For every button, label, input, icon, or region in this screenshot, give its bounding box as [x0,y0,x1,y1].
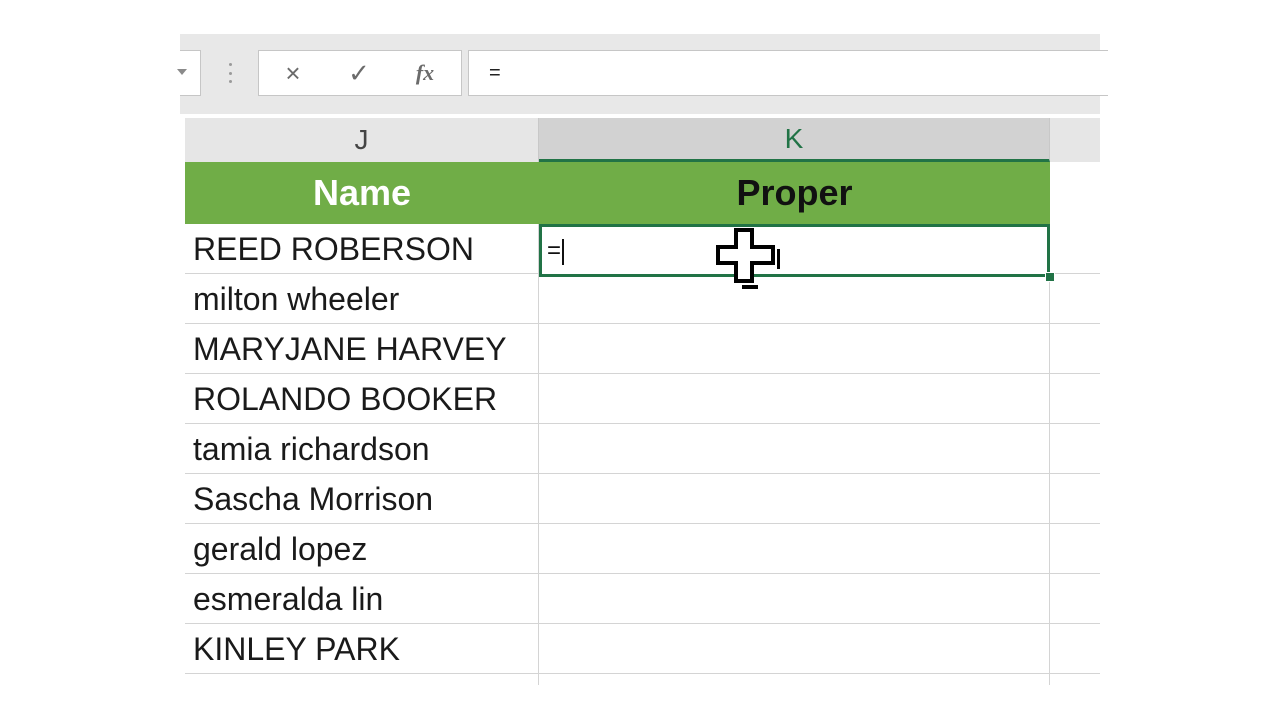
table-header-row: Name Proper [185,162,1100,224]
active-cell-k2[interactable]: = [539,224,1050,277]
empty-cell[interactable] [1050,324,1100,373]
table-row: Sascha Morrison [185,474,1100,524]
empty-cell[interactable] [1050,162,1100,224]
table-row: esmeralda lin [185,574,1100,624]
proper-cell[interactable] [539,524,1050,573]
table-row: tamia richardson [185,424,1100,474]
formula-input[interactable]: = [468,50,1108,96]
formula-bar-resize-grip-icon[interactable] [228,63,232,83]
enter-check-icon[interactable]: ✓ [329,51,389,95]
column-header-next[interactable] [1050,118,1100,162]
empty-cell[interactable] [1050,274,1100,323]
cell-select-cross-cursor-icon [716,228,780,289]
name-cell[interactable] [185,674,539,685]
empty-cell[interactable] [1050,424,1100,473]
empty-cell[interactable] [1050,224,1100,273]
name-cell[interactable]: gerald lopez [185,524,539,573]
name-cell[interactable]: Sascha Morrison [185,474,539,523]
empty-cell[interactable] [1050,374,1100,423]
proper-cell[interactable] [539,624,1050,673]
cancel-icon[interactable]: × [263,51,323,95]
active-cell-value: = [547,237,562,264]
proper-cell[interactable] [539,574,1050,623]
table-row: MARYJANE HARVEY [185,324,1100,374]
column-header-j[interactable]: J [185,118,539,162]
name-cell[interactable]: esmeralda lin [185,574,539,623]
empty-cell[interactable] [1050,624,1100,673]
name-cell[interactable]: milton wheeler [185,274,539,323]
proper-cell[interactable] [539,274,1050,323]
header-cell-proper[interactable]: Proper [539,162,1050,224]
name-cell[interactable]: ROLANDO BOOKER [185,374,539,423]
table-row: milton wheeler [185,274,1100,324]
empty-cell[interactable] [1050,524,1100,573]
text-caret [562,238,565,265]
sheet-grid: J K Name Proper REED ROBERSON milton whe… [185,118,1100,685]
proper-cell[interactable] [539,324,1050,373]
empty-cell[interactable] [1050,574,1100,623]
empty-cell[interactable] [1050,474,1100,523]
name-cell[interactable]: MARYJANE HARVEY [185,324,539,373]
fill-handle[interactable] [1045,272,1055,282]
chevron-down-icon[interactable] [177,69,187,75]
table-row: KINLEY PARK [185,624,1100,674]
table-row [185,674,1100,685]
name-cell[interactable]: tamia richardson [185,424,539,473]
header-cell-name[interactable]: Name [185,162,539,224]
formula-buttons: × ✓ fx [258,50,462,96]
proper-cell[interactable] [539,424,1050,473]
proper-cell[interactable] [539,474,1050,523]
proper-cell[interactable] [539,674,1050,685]
insert-function-icon[interactable]: fx [395,51,455,95]
column-header-k[interactable]: K [539,118,1050,162]
proper-cell[interactable] [539,374,1050,423]
table-row: gerald lopez [185,524,1100,574]
name-cell[interactable]: REED ROBERSON [185,224,539,273]
name-cell[interactable]: KINLEY PARK [185,624,539,673]
table-row: ROLANDO BOOKER [185,374,1100,424]
